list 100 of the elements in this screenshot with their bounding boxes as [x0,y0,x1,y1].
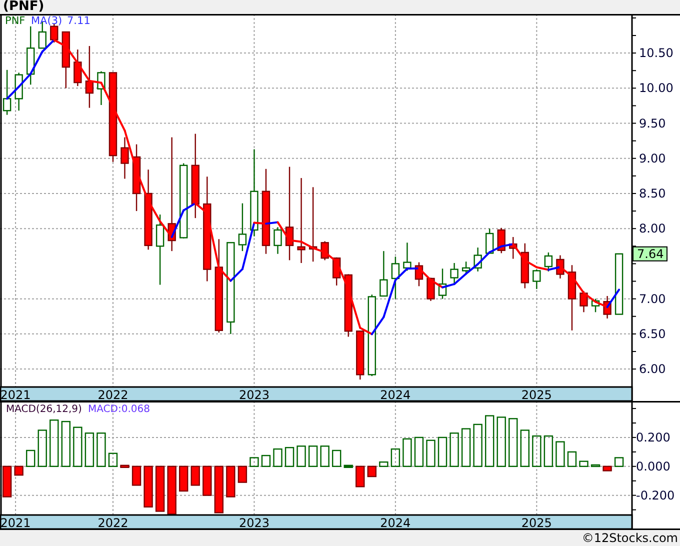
axis-label: 6.00 [639,362,666,376]
histogram-bar [96,432,106,467]
histogram-bar [202,466,212,496]
year-label: 2021 [0,388,31,401]
candlestick [614,253,624,315]
candlestick [568,265,576,330]
histogram-bar [120,464,130,468]
candlestick [391,256,400,299]
axis-label: -0.200 [636,488,675,502]
histogram-bar [438,436,448,467]
candlestick [50,24,58,42]
histogram-bar [450,432,459,467]
histogram-bar [308,446,318,467]
candlestick [238,203,247,252]
histogram-bar [379,461,388,467]
price-label: 7.64 [632,246,668,262]
axis-label: 6.50 [639,326,666,341]
histogram-bar [50,420,59,467]
candlestick [556,255,564,278]
legend-label: MA(3) [31,15,62,27]
histogram-bar [38,430,47,467]
candlestick [26,26,35,85]
candlestick [486,228,494,254]
histogram-bar [367,466,376,478]
histogram-bar [402,438,412,467]
candlestick [344,274,352,337]
candlestick [62,31,70,88]
year-label: 2023 [238,516,270,530]
candlestick [520,243,529,288]
candlestick [132,144,141,212]
histogram-bar [84,432,94,467]
axis-label: 7.00 [639,292,666,306]
histogram-bar [320,446,330,467]
axis-label: 0.000 [636,459,670,474]
year-label: 2022 [98,388,128,401]
axis-label: 0.200 [636,430,670,444]
histogram-bar [496,416,506,467]
candlestick [474,248,482,272]
axis-label: 8.00 [639,222,666,236]
candlestick [332,257,341,286]
candlestick [426,278,435,301]
axis-label: 9.50 [639,116,666,130]
axis-label: 9.00 [639,151,666,166]
legend-value: 7.11 [67,15,90,27]
histogram-bar [614,457,624,467]
year-label: 2022 [98,516,128,530]
axis-label: 10.50 [639,46,674,60]
year-label: 2025 [521,388,552,401]
candlestick [544,252,553,272]
candlestick [2,70,12,115]
candlestick [509,237,518,259]
histogram-bar [461,428,471,467]
histogram-bar [520,430,530,467]
histogram-bar [155,466,165,512]
histogram-bar [556,441,565,467]
histogram-bar [14,466,24,476]
histogram-bar [590,464,600,468]
histogram-bar [602,466,612,472]
year-label: 2025 [521,516,552,530]
histogram-bar [132,466,142,486]
candlestick [591,298,600,312]
histogram-bar [179,466,188,492]
histogram-bar [73,426,82,467]
candlestick [274,227,282,254]
histogram-bar [226,466,236,498]
legend-label: MACD(26,12,9) [6,404,82,415]
histogram-bar [250,457,259,467]
candlestick [156,214,164,285]
year-label: 2024 [380,388,411,401]
histogram-bar [2,466,12,498]
histogram-bar [26,450,36,467]
candlestick [450,263,458,284]
histogram-bar [261,454,271,467]
histogram-bar [508,418,518,467]
copyright-text: ©12Stocks.com [582,530,678,546]
candlestick [97,71,106,105]
candlestick [532,269,541,289]
candlestick [14,72,23,111]
candlestick [120,137,129,179]
histogram-bar [414,436,424,467]
histogram-bar [426,440,436,467]
candlestick [462,262,470,273]
histogram-bar [214,466,224,514]
histogram-bar [579,460,588,467]
histogram-bar [544,435,554,467]
candlestick [438,268,447,299]
year-label: 2023 [238,388,270,401]
candlestick [580,291,588,312]
year-label: 2024 [380,516,411,530]
candlestick [414,262,424,286]
legend-value: MACD:0.068 [88,404,150,415]
ticker-label: PNF [5,15,26,27]
candlestick [380,251,388,297]
histogram-bar [356,466,365,488]
histogram-bar [273,448,282,467]
histogram-bar [473,424,482,467]
histogram-bar [344,464,353,468]
histogram-bar [485,415,494,467]
histogram-bar [390,448,400,467]
histogram-bar [332,450,342,467]
